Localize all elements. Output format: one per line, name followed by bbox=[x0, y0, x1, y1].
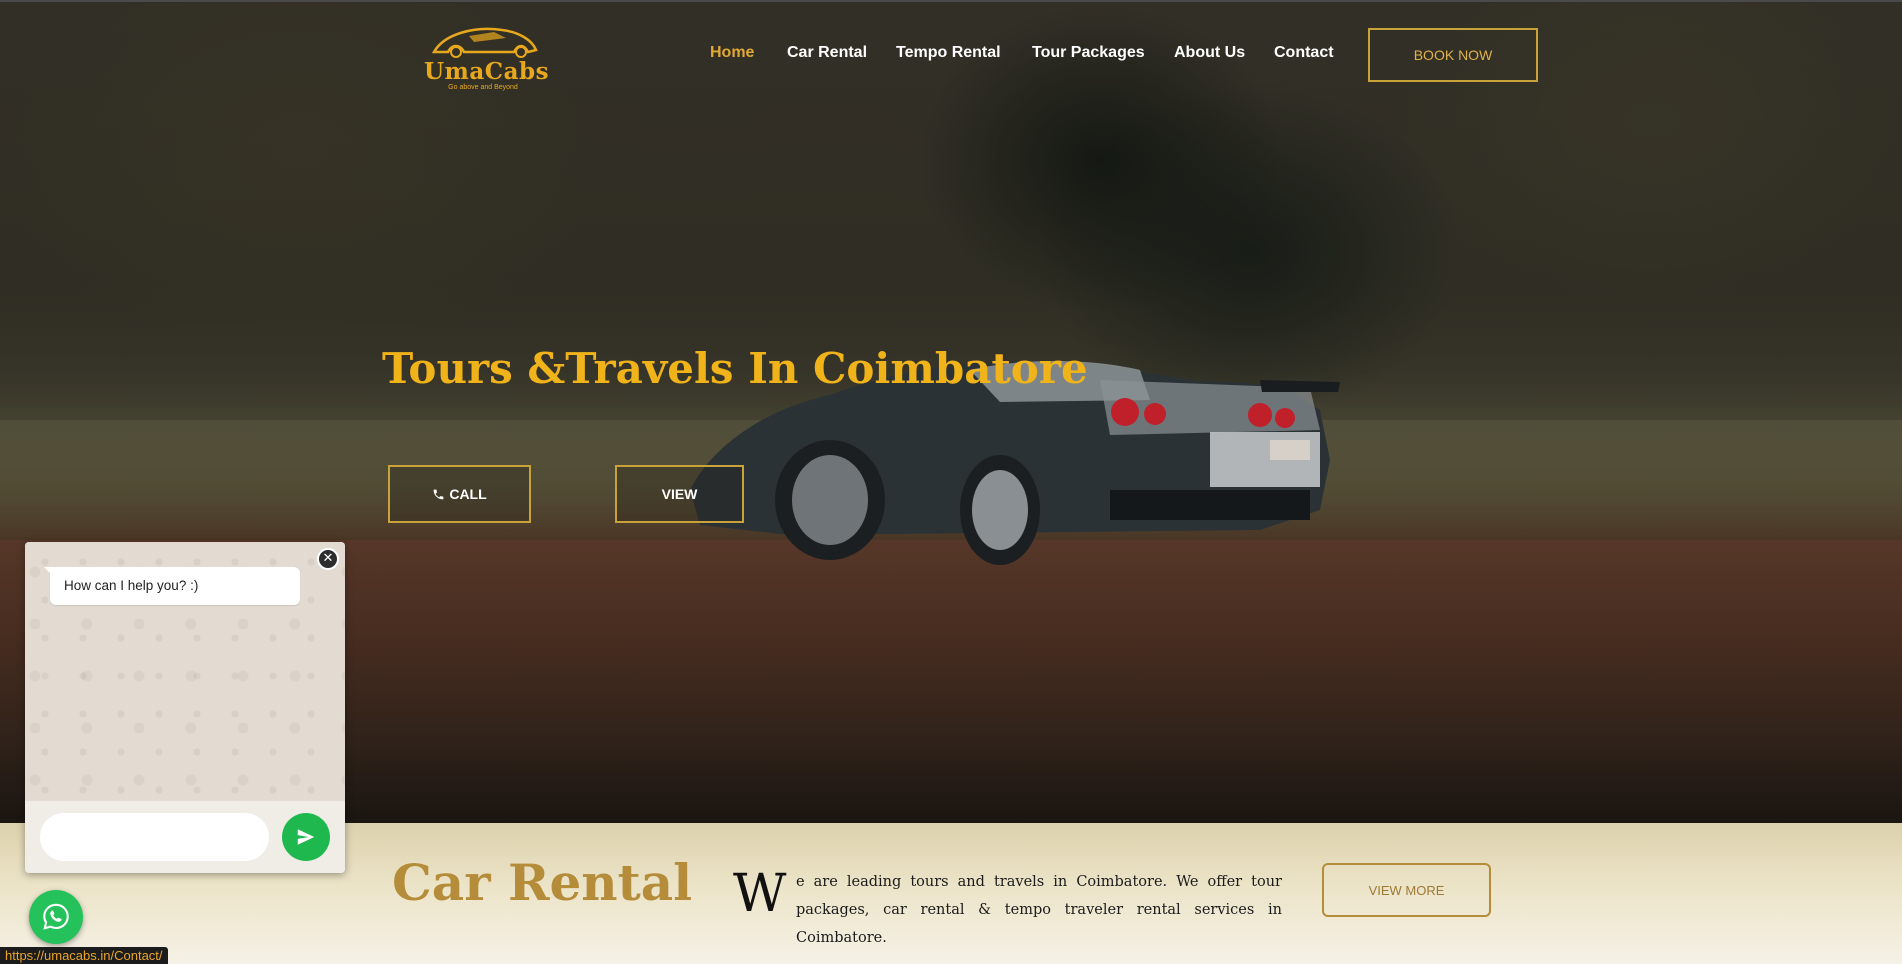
nav-about-us[interactable]: About Us bbox=[1174, 44, 1245, 62]
section-description: e are leading tours and travels in Coimb… bbox=[796, 874, 1282, 946]
whatsapp-chat-popup: How can I help you? :) ✕ bbox=[25, 542, 345, 873]
nav-car-rental[interactable]: Car Rental bbox=[787, 44, 867, 62]
chat-footer bbox=[25, 801, 345, 873]
phone-icon bbox=[433, 489, 444, 499]
whatsapp-button[interactable] bbox=[29, 890, 83, 944]
whatsapp-icon bbox=[43, 903, 69, 930]
call-button-label: CALL bbox=[449, 486, 487, 502]
nav-contact[interactable]: Contact bbox=[1274, 44, 1334, 62]
hero-title: Tours &Travels In Coimbatore bbox=[382, 344, 1088, 393]
view-more-button[interactable]: VIEW MORE bbox=[1322, 863, 1491, 917]
dropcap-letter: W bbox=[733, 864, 787, 924]
section-title: Car Rental bbox=[392, 853, 693, 912]
view-button-label: VIEW bbox=[661, 486, 698, 502]
close-icon[interactable]: ✕ bbox=[317, 548, 339, 570]
logo-tagline: Go above and Beyond bbox=[448, 84, 518, 91]
send-icon bbox=[297, 829, 315, 845]
logo-name: UmaCabs bbox=[424, 58, 550, 85]
book-now-button[interactable]: BOOK NOW bbox=[1368, 28, 1538, 82]
chat-message-bubble: How can I help you? :) bbox=[44, 567, 300, 605]
chat-message-input[interactable] bbox=[40, 813, 269, 861]
view-button[interactable]: VIEW bbox=[615, 465, 744, 523]
site-logo[interactable]: UmaCabs Go above and Beyond bbox=[424, 22, 550, 94]
send-button[interactable] bbox=[282, 813, 330, 861]
nav-home[interactable]: Home bbox=[710, 44, 754, 62]
call-button[interactable]: CALL bbox=[388, 465, 531, 523]
car-logo-icon bbox=[431, 27, 538, 58]
status-bar-url: https://umacabs.in/Contact/ bbox=[0, 947, 168, 964]
nav-tempo-rental[interactable]: Tempo Rental bbox=[896, 44, 1001, 62]
nav-tour-packages[interactable]: Tour Packages bbox=[1032, 44, 1145, 62]
